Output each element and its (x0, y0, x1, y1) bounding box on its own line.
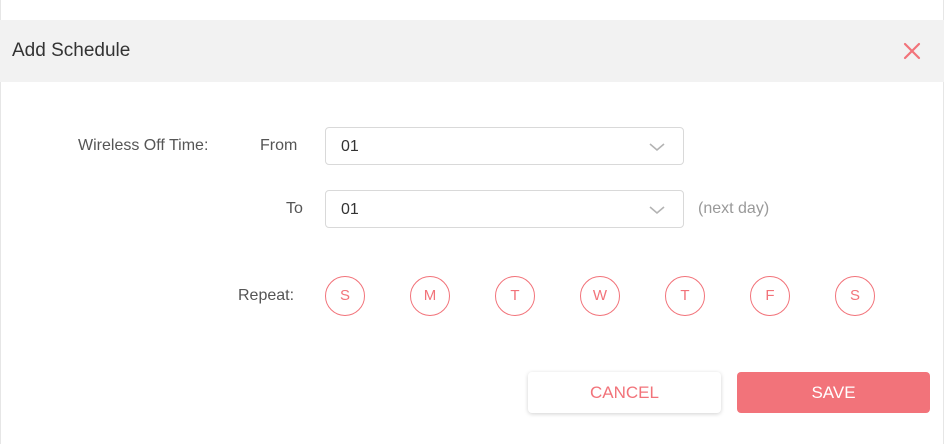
day-toggle-friday[interactable]: F (750, 276, 790, 316)
cancel-button[interactable]: CANCEL (528, 372, 721, 413)
save-button[interactable]: SAVE (737, 372, 930, 413)
repeat-label: Repeat: (238, 287, 295, 304)
chevron-down-icon (649, 206, 665, 215)
from-hour-value: 01 (341, 138, 359, 155)
to-label: To (286, 200, 303, 217)
from-hour-select[interactable]: 01 (325, 127, 684, 165)
chevron-down-icon (649, 143, 665, 152)
close-button[interactable] (897, 36, 927, 66)
day-toggle-saturday[interactable]: S (835, 276, 875, 316)
from-label: From (260, 137, 298, 154)
day-toggle-wednesday[interactable]: W (580, 276, 620, 316)
dialog-header: Add Schedule (0, 20, 944, 82)
wireless-off-time-label: Wireless Off Time: (78, 137, 209, 154)
day-toggle-thursday[interactable]: T (665, 276, 705, 316)
to-hour-select[interactable]: 01 (325, 190, 684, 228)
to-hour-value: 01 (341, 201, 359, 218)
day-toggle-tuesday[interactable]: T (495, 276, 535, 316)
dialog-title: Add Schedule (12, 40, 131, 61)
next-day-hint: (next day) (698, 200, 770, 217)
day-toggle-monday[interactable]: M (410, 276, 450, 316)
close-icon (903, 42, 921, 60)
day-toggle-sunday[interactable]: S (325, 276, 365, 316)
add-schedule-dialog: Add Schedule Wireless Off Time: From 01 … (0, 0, 946, 444)
